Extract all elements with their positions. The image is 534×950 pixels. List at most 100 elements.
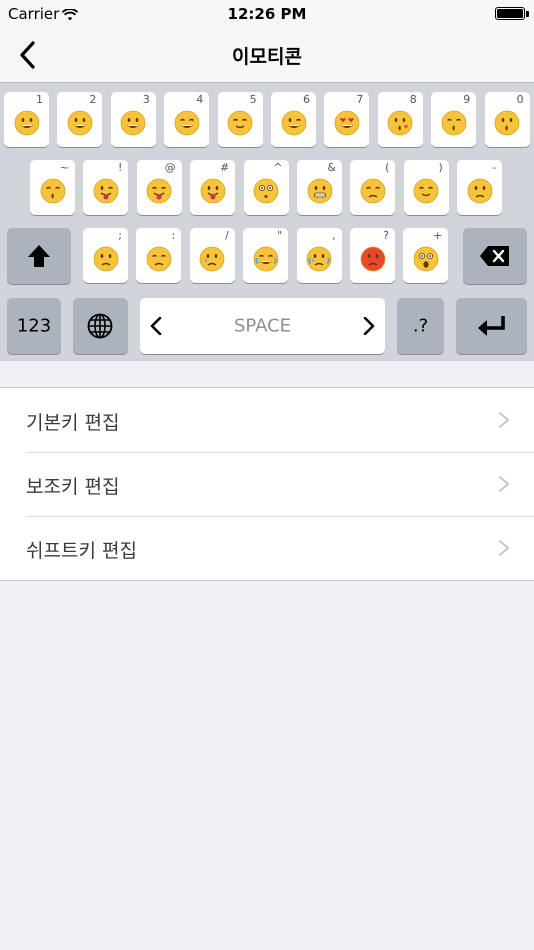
key-hint-label: - [492,161,497,174]
grinning-face-icon [14,110,39,136]
emoji-key[interactable]: 0 [484,92,530,147]
kissing-face-icon [494,110,520,136]
shift-arrow-icon [28,245,50,267]
key-hint-label: 5 [249,93,257,106]
heart-eyes-face-icon [334,110,360,136]
emoji-key[interactable]: ; [83,228,128,283]
emoji-key[interactable]: 8 [377,92,423,147]
emoji-key[interactable]: 9 [431,92,477,147]
emoji-key[interactable]: ^ [243,160,289,215]
relieved-face-icon [413,178,439,204]
chevron-right-icon [499,476,509,492]
chevron-right-icon [499,412,509,428]
joy-face-icon [253,246,279,272]
key-hint-label: ) [438,161,443,174]
emoji-key[interactable]: 6 [271,92,316,147]
scream-face-icon [413,246,439,272]
settings-row-label: 보조키 편집 [26,476,120,498]
key-hint-label: # [219,161,230,174]
chevron-right-icon [499,540,509,556]
stuck-out-tongue-closed-eyes-face-icon [146,178,172,204]
emoji-key[interactable]: ( [350,160,396,215]
emoji-key[interactable]: 2 [57,92,103,147]
status-time: 12:26 PM [227,5,307,23]
delete-key[interactable] [463,228,527,284]
globe-icon [87,313,113,339]
key-hint-label: ~ [59,161,69,174]
unamused-face-icon [467,178,493,204]
return-key[interactable] [456,298,527,354]
key-hint-label: 2 [89,93,97,106]
settings-row-label: 쉬프트키 편집 [26,540,137,562]
key-hint-label: 4 [196,93,204,106]
smiley-face-icon [67,110,93,136]
shift-key[interactable] [7,228,71,284]
emoji-key[interactable]: : [136,228,182,283]
emoji-key[interactable]: / [189,228,235,283]
emoji-key[interactable]: 1 [4,92,49,147]
emoji-key[interactable]: @ [136,160,182,215]
emoji-key[interactable]: + [403,228,449,283]
space-key-label: SPACE [233,315,292,337]
key-hint-label: @ [164,161,176,174]
settings-row[interactable]: 쉬프트키 편집 [0,516,534,580]
key-hint-label: 9 [463,93,471,106]
chevron-right-icon [363,317,375,335]
emoji-key[interactable]: ? [350,228,395,283]
emoji-key[interactable]: & [297,160,342,215]
sob-face-icon [306,246,332,272]
settings-row[interactable]: 기본키 편집 [0,388,534,452]
key-hint-label: ; [118,229,122,242]
stuck-out-tongue-face-icon [200,178,226,204]
key-edit-list: 기본키 편집보조키 편집쉬프트키 편집 [0,387,534,581]
crying-face-icon [199,246,225,272]
return-arrow-icon [478,316,505,336]
emoji-key[interactable]: ! [83,160,129,215]
status-bar: Carrier 12:26 PM [0,0,534,28]
blush-face-icon [174,110,200,136]
key-hint-label: + [433,229,443,242]
battery-icon [495,7,525,20]
globe-key[interactable] [73,298,128,354]
emoji-key[interactable]: " [243,228,289,283]
emoji-key[interactable]: - [457,160,503,215]
numbers-key[interactable]: 123 [7,298,61,354]
wink-face-icon [281,110,306,136]
numbers-key-label: 123 [16,315,52,337]
battery-fill [497,9,523,18]
backspace-icon [480,246,509,266]
settings-row-label: 기본키 편집 [26,412,120,434]
emoji-key[interactable]: 5 [217,92,263,147]
settings-row[interactable]: 보조키 편집 [0,452,534,516]
emoji-key[interactable]: ) [403,160,449,215]
emoji-key[interactable]: # [190,160,236,215]
key-hint-label: & [327,161,336,174]
grinning-face-icon [120,110,146,136]
key-hint-label: ( [385,161,390,174]
pensive-face-icon [360,178,386,204]
angry-face-icon [360,246,385,272]
kissing-closed-eyes-face-icon [441,110,467,136]
key-hint-label: 3 [142,93,150,106]
disappointed-face-icon [93,246,118,272]
key-hint-label: ! [117,161,123,174]
kissing-heart-face-icon [387,110,413,136]
kissing-smiling-eyes-face-icon [40,178,65,204]
emoji-keyboard: 123 SPACE .? 1 2 3 4 5 6 7 8 9 0 ~! @ # ^ &() -;: / ",? + [0,82,534,361]
emoji-key[interactable]: ~ [30,160,75,215]
emoji-key[interactable]: , [296,228,342,283]
key-hint-label: 8 [409,93,417,106]
grimacing-face-icon [307,178,332,204]
space-key[interactable]: SPACE [140,298,385,354]
key-hint-label: : [171,229,176,242]
flushed-face-icon [253,178,279,204]
punctuation-key[interactable]: .? [397,298,444,354]
emoji-key[interactable]: 7 [324,92,370,147]
battery-nub [526,11,529,17]
emoji-key[interactable]: 3 [110,92,156,147]
key-hint-label: 1 [36,93,43,106]
relaxed-face-icon [227,110,253,136]
key-hint-label: ^ [273,161,283,174]
emoji-key[interactable]: 4 [164,92,210,147]
key-hint-label: / [225,229,229,242]
